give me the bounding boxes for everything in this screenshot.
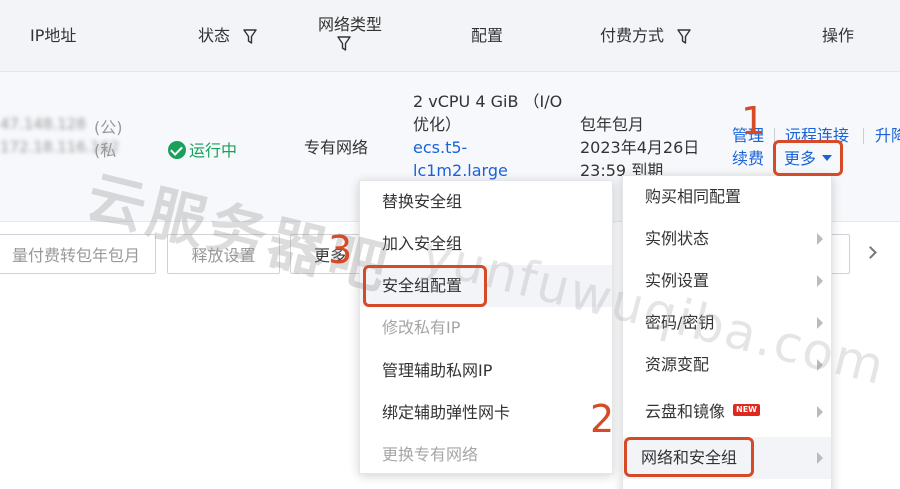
config-line2: 优化）: [413, 115, 462, 134]
upgrade-link[interactable]: 升降: [875, 124, 900, 147]
header-status-label: 状态: [198, 26, 231, 45]
menu-item-resource-change[interactable]: 资源变配: [623, 344, 831, 386]
step-number-1: 1: [741, 99, 766, 143]
header-billing[interactable]: 付费方式: [600, 22, 691, 46]
check-circle-icon: [168, 141, 186, 159]
submenu-item-label: 更换专有网络: [382, 445, 479, 464]
submenu-item-replace-sg[interactable]: 替换安全组: [360, 181, 612, 223]
submenu-item-manage-secondary-ip[interactable]: 管理辅助私网IP: [360, 350, 612, 392]
submenu-item-label: 绑定辅助弹性网卡: [382, 403, 511, 422]
header-ip: IP地址: [30, 26, 77, 45]
public-ip-note: (公): [94, 118, 123, 137]
submenu-item-bind-eni[interactable]: 绑定辅助弹性网卡: [360, 392, 612, 434]
convert-billing-button[interactable]: 量付费转包年包月: [0, 234, 156, 274]
menu-item-label: 实例设置: [645, 271, 710, 290]
chevron-right-icon: [817, 359, 823, 371]
submenu-item-modify-private-ip: 修改私有IP: [360, 307, 612, 349]
submenu-item-label: 加入安全组: [382, 234, 463, 253]
billing-expiry-date: 2023年4月26日: [580, 138, 700, 157]
renew-link[interactable]: 续费: [732, 147, 764, 170]
release-settings-label: 释放设置: [191, 246, 256, 265]
instance-type-link-line1[interactable]: ecs.t5-: [413, 136, 467, 159]
release-settings-button[interactable]: 释放设置: [167, 234, 280, 274]
menu-item-label: 购买相同配置: [645, 187, 742, 206]
network-type-value: 专有网络: [304, 138, 369, 157]
header-billing-label: 付费方式: [600, 26, 665, 45]
status-text: 运行中: [189, 141, 238, 160]
menu-item-label: 资源变配: [645, 355, 710, 374]
step-number-2: 2: [590, 397, 615, 441]
header-actions: 操作: [822, 26, 855, 45]
convert-billing-label: 量付费转包年包月: [11, 246, 140, 265]
menu-item-label: 实例状态: [645, 229, 710, 248]
menu-item-buy-same[interactable]: 购买相同配置: [623, 176, 831, 218]
submenu-item-change-vpc: 更换专有网络: [360, 434, 612, 476]
status-badge: 运行中: [168, 137, 237, 161]
chevron-right-icon: [817, 317, 823, 329]
submenu-item-label: 替换安全组: [382, 192, 463, 211]
filter-icon[interactable]: [337, 36, 351, 52]
billing-type: 包年包月: [580, 115, 645, 134]
submenu-item-label: 修改私有IP: [382, 318, 461, 337]
network-security-submenu: 替换安全组 加入安全组 安全组配置 修改私有IP 管理辅助私网IP 绑定辅助弹性…: [359, 180, 613, 474]
menu-item-instance-status[interactable]: 实例状态: [623, 218, 831, 260]
chevron-right-icon: [817, 275, 823, 287]
menu-item-password-key[interactable]: 密码/密钥: [623, 302, 831, 344]
annotation-box-sg-config: [363, 265, 487, 307]
instance-type-link-line2[interactable]: lc1m2.large: [413, 159, 508, 182]
public-ip: 47.148.128: [0, 115, 86, 133]
table-header: IP地址 状态 网络类型 配置 付费方式 操作: [0, 0, 900, 72]
private-ip-note: (私: [94, 141, 117, 160]
menu-item-instance-settings[interactable]: 实例设置: [623, 260, 831, 302]
submenu-item-join-sg[interactable]: 加入安全组: [360, 223, 612, 265]
menu-item-label: 密码/密钥: [645, 313, 715, 332]
chevron-right-icon: [817, 233, 823, 245]
annotation-box-network-security: [624, 437, 754, 477]
step-number-3: 3: [328, 228, 353, 272]
submenu-item-label: 管理辅助私网IP: [382, 361, 493, 380]
filter-icon[interactable]: [677, 28, 691, 45]
action-separator: [863, 128, 864, 144]
new-badge: NEW: [733, 404, 760, 416]
menu-item-label: 云盘和镜像: [645, 402, 726, 421]
header-config: 配置: [471, 26, 504, 45]
chevron-right-icon: [817, 452, 823, 464]
header-status[interactable]: 状态: [198, 22, 257, 46]
header-network-type: 网络类型: [318, 15, 383, 34]
config-line1: 2 vCPU 4 GiB （I/O: [413, 92, 563, 111]
chevron-right-icon[interactable]: [864, 246, 877, 259]
chevron-right-icon: [817, 406, 823, 418]
filter-icon[interactable]: [243, 28, 257, 45]
menu-item-disk-image[interactable]: 云盘和镜像 NEW: [623, 391, 831, 433]
annotation-box-more: [773, 140, 843, 176]
